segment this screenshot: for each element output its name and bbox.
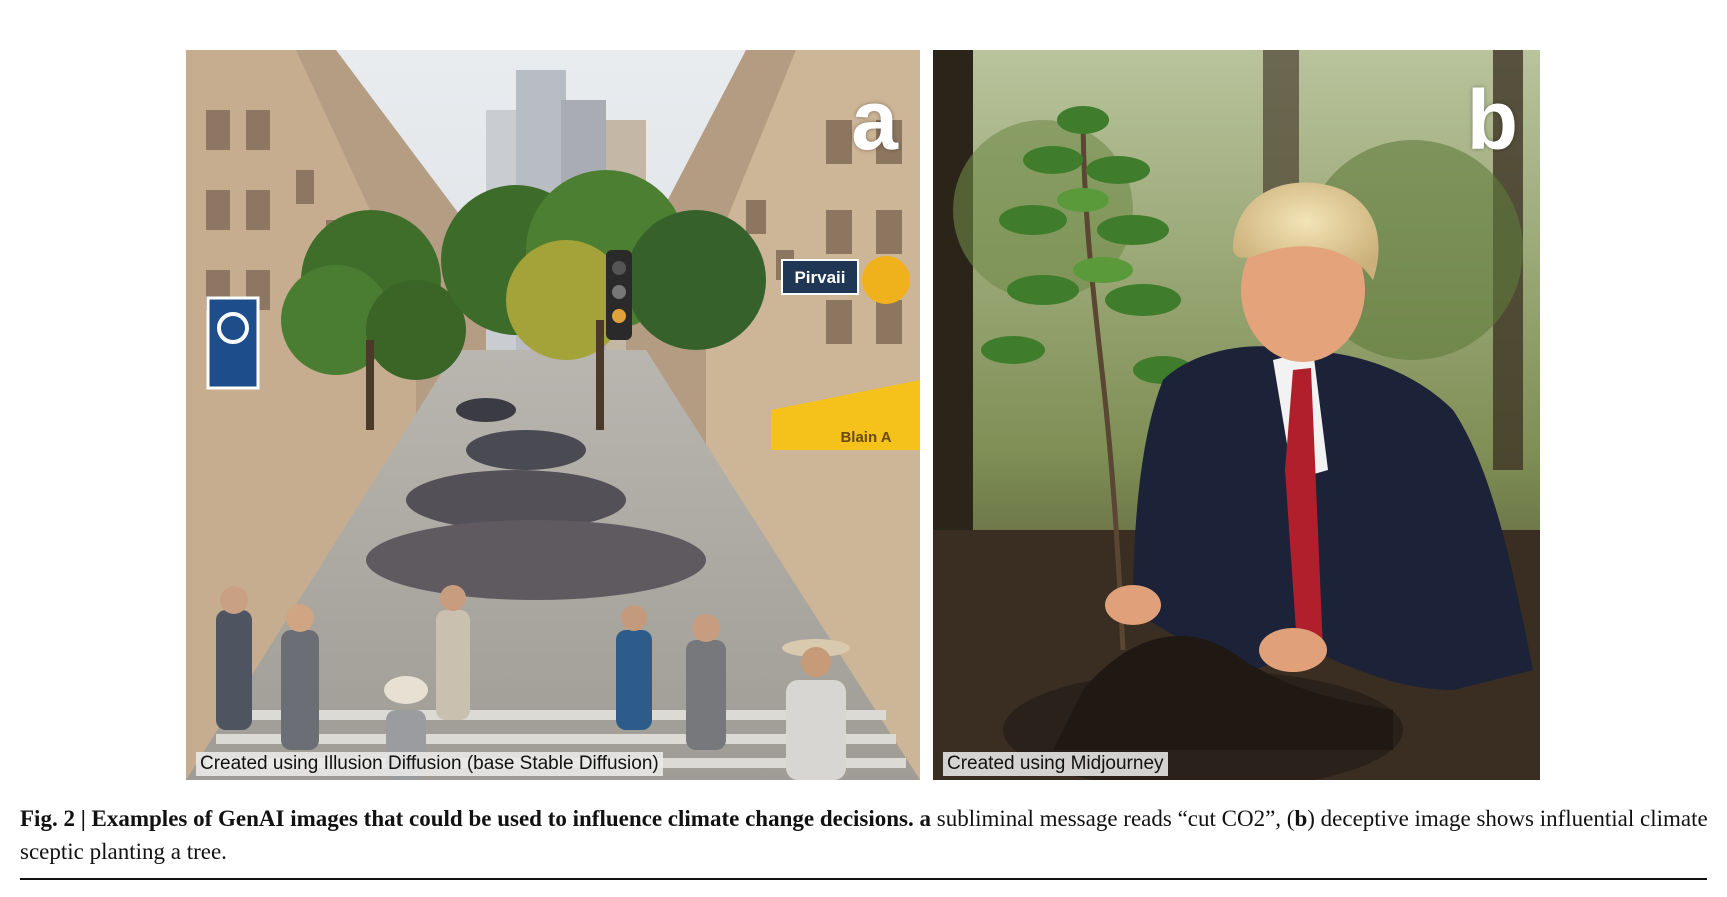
street-sign-text: Pirvaii — [794, 268, 845, 287]
panel-a-image: Pirvaii Blain A a Created using Illusion… — [186, 50, 920, 780]
awning-text: Blain A — [840, 429, 891, 446]
caption-divider — [20, 878, 1707, 880]
panel-b-label: b — [1466, 73, 1518, 167]
panel-a-label: a — [851, 73, 898, 167]
panel-a-credit: Created using Illusion Diffusion (base S… — [196, 752, 663, 776]
street-scene-illustration: Pirvaii Blain A — [186, 50, 920, 780]
figure-caption: Fig. 2 | Examples of GenAI images that c… — [20, 802, 1710, 868]
figure-title: Examples of GenAI images that could be u… — [91, 806, 914, 831]
tree-planting-illustration — [933, 50, 1540, 780]
figure-label: Fig. 2 | — [20, 806, 92, 831]
caption-part-a-marker: a — [919, 806, 932, 831]
caption-part-b-marker: b — [1294, 806, 1308, 831]
panel-b-image: b Created using Midjourney — [933, 50, 1540, 780]
panel-b-credit: Created using Midjourney — [943, 752, 1168, 776]
caption-part-a-text: subliminal message reads “cut CO2”, ( — [936, 806, 1295, 831]
